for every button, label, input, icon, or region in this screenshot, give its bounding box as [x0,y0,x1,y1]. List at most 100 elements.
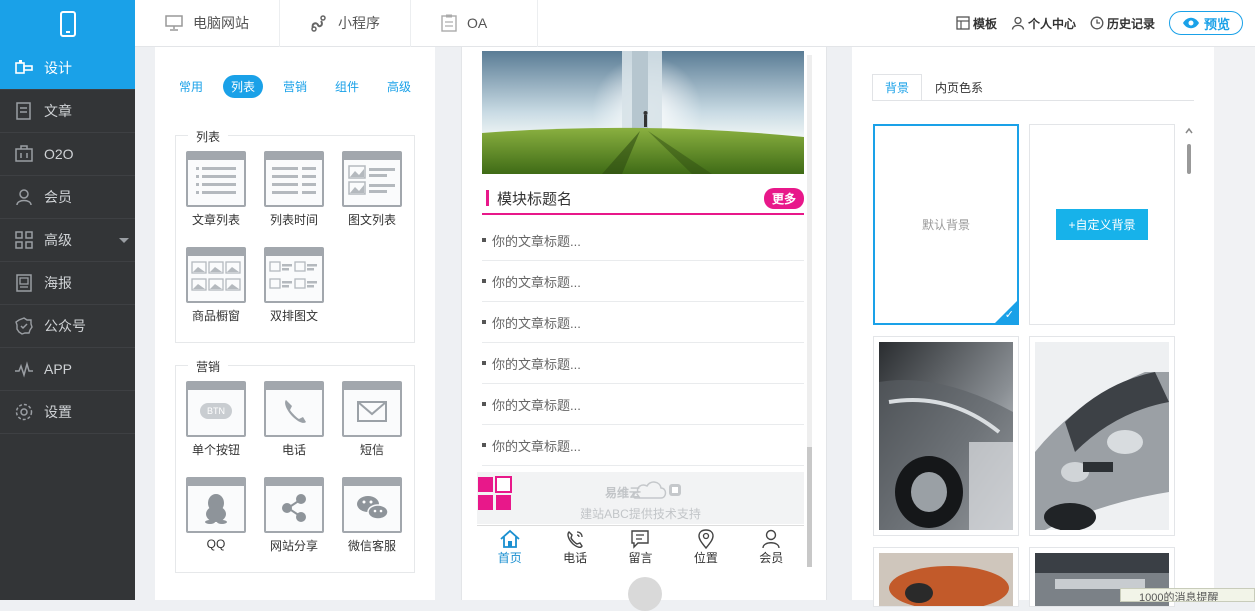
bullet-icon [482,320,486,324]
image-text-list-icon [342,151,402,207]
background-option-car-2[interactable] [1029,336,1175,536]
sidebar-item-settings[interactable]: 设置 [0,391,135,434]
custom-background-tile: +自定义背景 [1029,124,1175,325]
default-background-tile[interactable]: 默认背景 ✓ [873,124,1019,325]
home-round-button[interactable] [628,577,662,611]
sidebar-item-o2o[interactable]: O2O [0,133,135,176]
top-actions: 模板 个人中心 历史记录 预览 [942,11,1255,35]
sidebar-item-advanced[interactable]: 高级 [0,219,135,262]
tab-oa[interactable]: OA [411,0,539,47]
custom-background-button[interactable]: +自定义背景 [1056,209,1148,240]
component-label: 图文列表 [347,213,396,227]
app-icon [15,361,33,378]
chevron-down-icon [119,238,129,243]
bullet-icon [482,443,486,447]
tab-advanced[interactable]: 高级 [379,75,419,98]
article-title: 你的文章标题... [492,438,581,454]
history-link[interactable]: 历史记录 [1090,15,1155,32]
tabbar-location[interactable]: 位置 [694,529,718,566]
brand-logo-text: 易维云 [605,486,642,500]
background-option-car-3[interactable] [873,547,1019,607]
panel-scrollbar[interactable] [1185,127,1193,597]
mini-program-icon [311,15,326,32]
more-button[interactable]: 更多 [763,187,804,209]
tabbar-message[interactable]: 留言 [628,529,652,566]
tab-list[interactable]: 列表 [222,75,263,98]
component-qq[interactable]: QQ [185,477,247,551]
article-item[interactable]: 你的文章标题... [482,384,804,425]
tab-label: 电脑网站 [193,15,249,31]
component-label: 双排图文 [269,309,318,323]
message-icon [631,530,650,549]
list-component-group: 列表 文章列表 列表时间 图文列表 商品橱窗 双排图文 [175,128,415,343]
envelope-icon [342,381,402,437]
background-option-car-1[interactable] [873,336,1019,536]
mobile-device-icon[interactable] [0,0,135,47]
component-sms[interactable]: 短信 [341,381,403,458]
article-item[interactable]: 你的文章标题... [482,220,804,261]
history-label: 历史记录 [1106,16,1155,31]
component-wechat-service[interactable]: 微信客服 [341,477,403,554]
advanced-icon [15,231,33,249]
notification-text: 1000的消息提醒 [1139,592,1219,602]
component-double-image-text[interactable]: 双排图文 [263,247,325,324]
car-image-2 [1035,342,1169,531]
component-label: 列表时间 [269,213,318,227]
tab-widgets[interactable]: 组件 [327,75,367,98]
tab-page-color-scheme[interactable]: 内页色系 [922,74,996,100]
bullet-icon [482,361,486,365]
article-item[interactable]: 你的文章标题... [482,425,804,466]
profile-link[interactable]: 个人中心 [1011,15,1076,32]
list-time-icon [264,151,324,207]
component-site-share[interactable]: 网站分享 [263,477,325,554]
article-icon [16,102,31,120]
sidebar-item-app[interactable]: APP [0,348,135,391]
tab-common[interactable]: 常用 [171,75,211,98]
member-icon [762,529,780,549]
tab-label: 小程序 [338,15,380,31]
sidebar-item-official-account[interactable]: 公众号 [0,305,135,348]
component-list-time[interactable]: 列表时间 [263,151,325,228]
left-sidebar: 设计 文章 O2O 会员 高级 海报 公众号 APP 设置 [0,0,135,600]
design-icon [15,60,33,74]
tabbar-home[interactable]: 首页 [498,529,522,566]
tab-background[interactable]: 背景 [872,74,923,100]
tab-mini-program[interactable]: 小程序 [280,0,411,47]
component-article-list[interactable]: 文章列表 [185,151,247,228]
tabbar-phone[interactable]: 电话 [563,529,587,566]
component-image-text-list[interactable]: 图文列表 [341,151,403,228]
sidebar-item-design[interactable]: 设计 [0,47,135,90]
tab-pc-website[interactable]: 电脑网站 [135,0,280,47]
sidebar-item-member[interactable]: 会员 [0,176,135,219]
article-list-icon [186,151,246,207]
component-panel: 常用 列表 营销 组件 高级 列表 文章列表 列表时间 图文列表 商品橱窗 双排… [155,47,435,600]
component-label: 网站分享 [269,539,318,553]
article-item[interactable]: 你的文章标题... [482,302,804,343]
right-gutter [1214,47,1255,600]
sidebar-item-label: 海报 [44,275,72,291]
preview-button[interactable]: 预览 [1168,11,1243,35]
component-phone[interactable]: 电话 [263,381,325,458]
mobile-tab-bar: 首页 电话 留言 位置 会员 [477,525,804,569]
article-item[interactable]: 你的文章标题... [482,343,804,384]
eye-icon [1182,17,1199,29]
bullet-icon [482,402,486,406]
tabbar-member[interactable]: 会员 [759,529,783,566]
preview-scroll-thumb[interactable] [807,447,812,567]
button-icon: BTN [186,381,246,437]
banner-image[interactable] [482,51,804,174]
tabbar-label: 电话 [563,551,588,565]
product-showcase-icon [186,247,246,303]
sidebar-item-article[interactable]: 文章 [0,90,135,133]
component-single-button[interactable]: BTN 单个按钮 [185,381,247,458]
marketing-component-group: 营销 BTN 单个按钮 电话 短信 QQ 网站分享 微信客服 [175,358,415,573]
article-title: 你的文章标题... [492,315,581,331]
tabbar-label: 会员 [759,551,784,565]
template-link[interactable]: 模板 [956,15,997,32]
component-product-showcase[interactable]: 商品橱窗 [185,247,247,324]
module-header: 模块标题名 更多 [482,183,804,215]
module-title-marker [486,190,489,206]
sidebar-item-poster[interactable]: 海报 [0,262,135,305]
tab-marketing[interactable]: 营销 [275,75,315,98]
article-item[interactable]: 你的文章标题... [482,261,804,302]
